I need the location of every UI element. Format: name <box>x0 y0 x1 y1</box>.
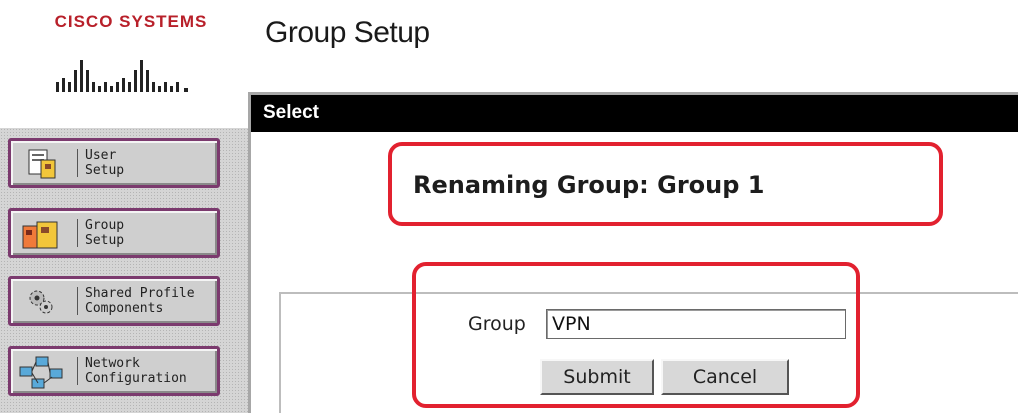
nav-network-configuration-button[interactable]: Network Configuration <box>8 346 220 396</box>
nav-label: Group Setup <box>85 218 125 248</box>
submit-button[interactable]: Submit <box>540 359 654 395</box>
cisco-logo: CISCO SYSTEMS <box>46 12 216 102</box>
nav-label: User Setup <box>85 148 125 178</box>
select-header-bar: Select <box>248 92 1018 132</box>
shared-profile-icon <box>29 290 53 314</box>
cancel-button[interactable]: Cancel <box>661 359 789 395</box>
group-name-input[interactable] <box>546 309 846 339</box>
nav-panel: User Setup Group Setup Shared Profile Co… <box>0 128 248 413</box>
network-config-icon <box>19 356 63 389</box>
nav-label: Network Configuration <box>85 356 187 386</box>
group-field-label: Group <box>468 313 526 335</box>
nav-separator <box>77 287 78 315</box>
nav-group-setup-button[interactable]: Group Setup <box>8 208 220 258</box>
renaming-heading: Renaming Group: Group 1 <box>413 171 765 199</box>
page-title: Group Setup <box>265 16 430 49</box>
cisco-wordmark: CISCO SYSTEMS <box>54 12 208 31</box>
sidebar: CISCO SYSTEMS User Setup Group Setup Sha… <box>0 0 248 413</box>
nav-separator <box>77 219 78 247</box>
user-setup-icon <box>28 149 56 179</box>
nav-separator <box>77 357 78 385</box>
nav-user-setup-button[interactable]: User Setup <box>8 138 220 188</box>
nav-label: Shared Profile Components <box>85 286 195 316</box>
group-setup-icon <box>22 221 58 249</box>
nav-shared-profile-components-button[interactable]: Shared Profile Components <box>8 276 220 326</box>
cisco-bridge-icon <box>56 60 188 92</box>
select-label: Select <box>263 102 319 123</box>
nav-separator <box>77 149 78 177</box>
